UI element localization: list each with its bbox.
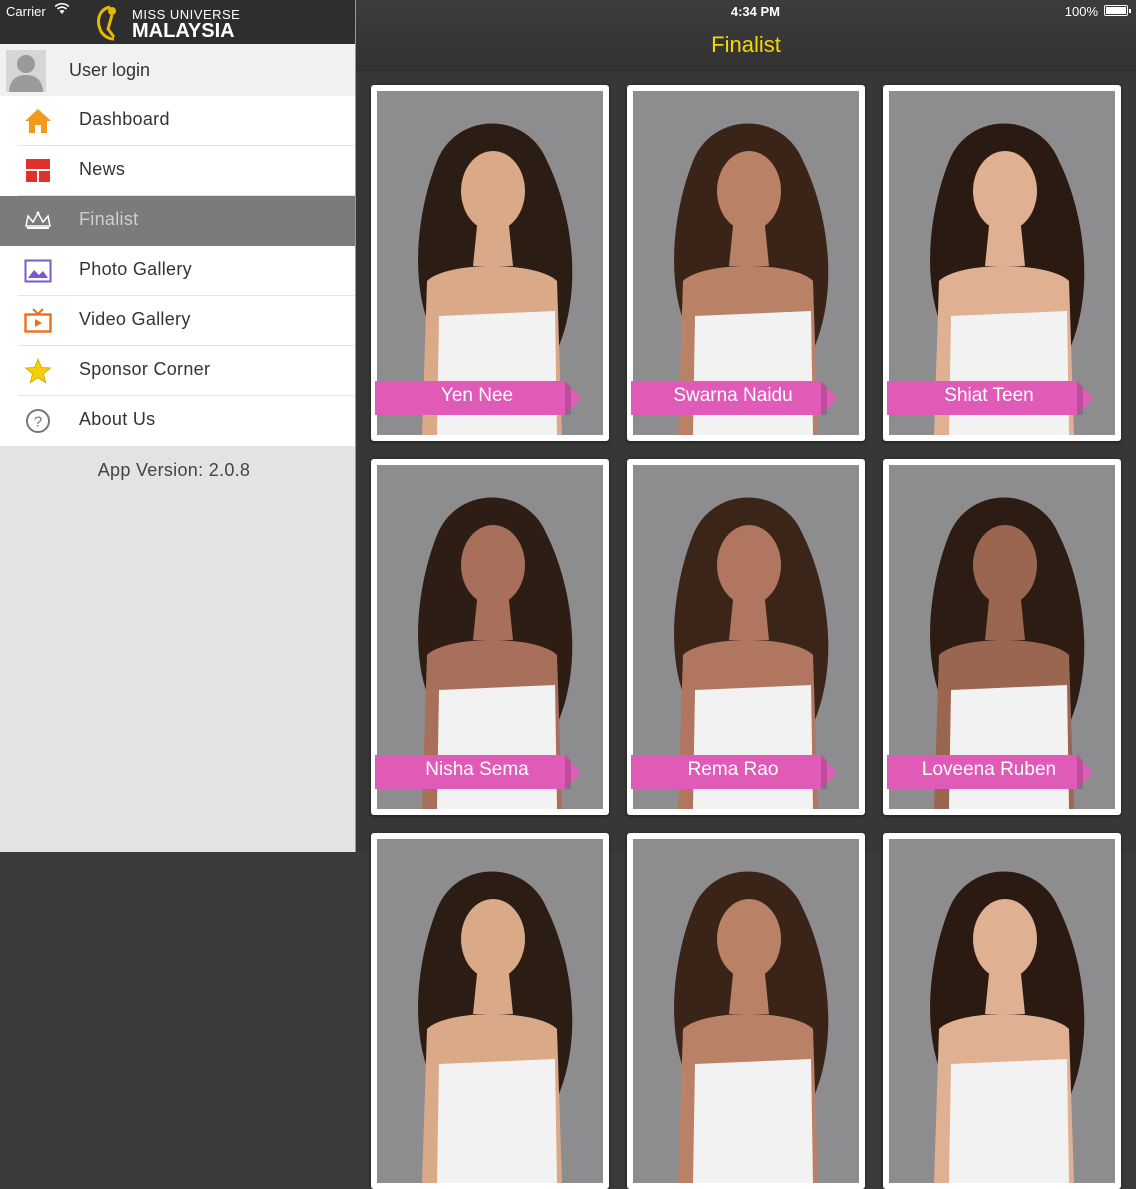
finalist-name: Nisha Sema xyxy=(425,759,529,780)
photo-icon xyxy=(24,259,52,283)
sidebar-item-dashboard[interactable]: Dashboard xyxy=(0,96,355,146)
star-icon xyxy=(24,358,52,384)
page-title: Finalist xyxy=(711,32,781,57)
wifi-icon xyxy=(54,3,70,14)
nav-bar: 4:34 PM 100% Finalist xyxy=(356,0,1136,71)
finalist-name: Swarna Naidu xyxy=(673,385,793,406)
finalist-card[interactable]: Shiat Teen xyxy=(883,85,1121,441)
sidebar-item-finalist[interactable]: Finalist xyxy=(0,196,355,246)
sidebar-item-video-gallery[interactable]: Video Gallery xyxy=(0,296,355,346)
carrier-label: Carrier xyxy=(6,4,46,19)
finalist-name: Loveena Ruben xyxy=(921,759,1057,780)
status-bar: Carrier MISS UNIVERSE MALAYSIA xyxy=(0,0,355,44)
user-login-label: User login xyxy=(69,60,151,80)
sidebar-item-label: News xyxy=(79,159,126,179)
brand-logo: MISS UNIVERSE MALAYSIA xyxy=(92,3,240,43)
finalist-photo xyxy=(889,839,1115,1183)
finalist-card[interactable]: Yen Nee xyxy=(371,85,609,441)
home-icon xyxy=(25,109,51,133)
sidebar-item-sponsor-corner[interactable]: Sponsor Corner xyxy=(0,346,355,396)
sidebar-item-photo-gallery[interactable]: Photo Gallery xyxy=(0,246,355,296)
finalist-card[interactable]: Nisha Sema xyxy=(371,459,609,815)
svg-text:?: ? xyxy=(34,414,42,431)
finalist-card[interactable] xyxy=(371,833,609,1189)
finalist-card[interactable]: Loveena Ruben xyxy=(883,459,1121,815)
user-avatar-icon xyxy=(6,50,46,92)
finalist-photo xyxy=(377,839,603,1183)
news-icon xyxy=(26,159,50,182)
brand-line2: MALAYSIA xyxy=(132,20,235,42)
finalist-name: Shiat Teen xyxy=(944,385,1034,406)
sidebar-item-label: About Us xyxy=(79,409,156,429)
sidebar-item-label: Dashboard xyxy=(79,109,170,129)
help-icon: ? xyxy=(26,409,50,433)
app-version: App Version: 2.0.8 xyxy=(97,460,251,480)
finalist-panel: 4:34 PM 100% Finalist Yen Nee Swarna Naid… xyxy=(356,0,1136,1189)
sidebar-item-label: Finalist xyxy=(79,209,139,229)
battery-icon xyxy=(1104,5,1131,16)
sidebar-item-label: Sponsor Corner xyxy=(79,359,211,379)
user-login-row[interactable]: User login xyxy=(0,44,355,97)
sidebar-item-label: Video Gallery xyxy=(79,309,191,329)
finalist-card[interactable] xyxy=(627,833,865,1189)
logo-emblem-icon xyxy=(96,5,116,41)
finalist-name: Yen Nee xyxy=(440,385,514,406)
status-time: 4:34 PM xyxy=(730,4,780,19)
sidebar-item-about-us[interactable]: ? About Us xyxy=(0,396,355,446)
finalist-photo xyxy=(633,839,859,1183)
crown-icon xyxy=(25,211,51,229)
tv-icon xyxy=(24,308,52,333)
sidebar-item-label: Photo Gallery xyxy=(79,259,192,279)
finalist-card[interactable]: Rema Rao xyxy=(627,459,865,815)
finalist-name: Rema Rao xyxy=(687,759,779,780)
finalist-card[interactable]: Swarna Naidu xyxy=(627,85,865,441)
battery-percent: 100% xyxy=(1064,4,1098,19)
finalist-card[interactable] xyxy=(883,833,1121,1189)
sidebar-item-news[interactable]: News xyxy=(0,146,355,196)
sidebar: Carrier MISS UNIVERSE MALAYSIA User logi… xyxy=(0,0,356,852)
